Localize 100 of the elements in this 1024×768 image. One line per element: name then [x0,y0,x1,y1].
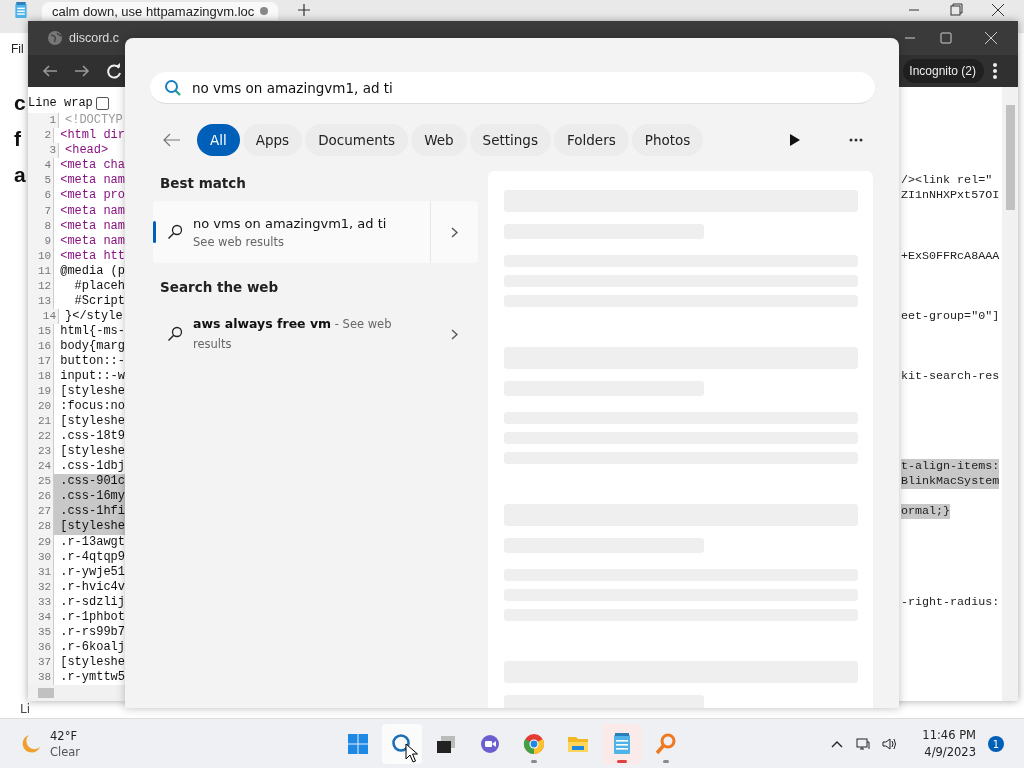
result-subtitle: See web results [193,234,286,249]
filter-tab[interactable]: Photos [631,124,704,156]
document-text: a [14,163,26,187]
code-line: <meta htt [59,248,125,264]
clock-date[interactable]: 4/9/2023 [924,744,976,761]
line-wrap-checkbox[interactable] [95,96,109,110]
code-line: kit-search-res [901,369,1000,385]
code-line: <meta nam [59,173,125,189]
code-line: #placeh [73,278,125,294]
code-line: <meta nam [59,233,125,249]
code-line: #Script [73,293,125,309]
code-line: -right-radius: [901,594,1000,610]
code-line: .r-hvic4v [59,579,125,595]
code-line: ZI1nNHXPxt57OI [901,188,1000,204]
line-number: 19 [28,384,55,400]
code-line: .r-6koalj [59,639,125,655]
profile-button[interactable]: Incognito (2) [903,59,984,84]
volume-icon[interactable] [882,737,897,751]
browser-icon [522,732,546,756]
search-field[interactable]: no vms on amazingvm1, ad ti [150,72,875,104]
line-number: 25 [28,474,55,490]
code-line: +ExS0FFRcA8AAA [901,248,1000,264]
scrollbar[interactable] [28,685,125,701]
code-line: body{marg [59,338,125,354]
line-number: 20 [28,399,55,415]
line-number: 1 [28,113,59,129]
filter-tab[interactable]: Folders [553,124,629,156]
taskbar-app-button[interactable] [382,724,422,764]
filter-tab[interactable]: All [197,124,240,156]
line-number: 28 [28,519,55,535]
code-line: <meta nam [59,218,125,234]
code-line: <head> [64,143,109,159]
code-line: :focus:no [59,399,125,415]
code-line: [styleshe [59,384,125,400]
filter-tab[interactable]: Settings [469,124,551,156]
close-icon[interactable] [983,30,999,47]
search-result[interactable]: no vms on amazingvm1, ad ti See web results [153,201,478,263]
code-line: .r-4qtqp9 [59,549,125,565]
code-line: <meta pro [59,188,125,204]
weather-condition: Clear [50,744,81,760]
more-icon[interactable] [849,138,863,142]
line-number: 5 [28,173,55,189]
chevron-right-icon[interactable] [451,226,458,238]
magnifier-icon [654,732,678,756]
notepad-icon [14,2,28,19]
reload-icon[interactable] [105,62,123,81]
cursor-icon [405,743,418,763]
code-line: button::- [59,353,125,369]
code-line: [styleshe [59,654,125,670]
code-line: <!DOCTYP [64,113,123,129]
windows-icon [346,732,370,756]
code-line: [styleshe [59,444,125,460]
maximize-icon[interactable] [938,30,954,47]
result-title: no vms on amazingvm1, ad ti [193,215,387,231]
code-line: .r-sdzlij [59,594,125,610]
code-line: }</style [64,308,123,324]
code-line: .r-13awgt [59,534,125,550]
document-tab[interactable]: calm down, use httpamazingvm.loc [42,2,278,20]
scrollbar[interactable] [1002,87,1018,701]
code-line: input::-w [59,369,125,385]
search-icon [167,326,183,342]
code-line: <meta nam [59,203,125,219]
status-text: Li [20,702,31,716]
line-number: 23 [28,444,55,460]
line-number: 6 [28,188,55,204]
filter-tab[interactable]: Documents [305,124,409,156]
search-icon [167,224,183,240]
tab-title[interactable]: discord.c [69,31,120,46]
code-line: html{-ms- [59,323,125,339]
code-line: .r-rs99b7 [59,624,125,640]
video-chat-icon [478,732,502,756]
play-icon[interactable] [789,133,801,147]
tab-title: calm down, use httpamazingvm.loc [52,3,255,19]
line-number: 2 [28,128,55,144]
line-number: 18 [28,369,55,385]
document-text: c [14,91,26,115]
filter-tab[interactable]: Web [411,124,467,156]
notification-badge[interactable]: 1 [988,736,1004,752]
code-line: @media (p [59,263,125,279]
clock-time[interactable]: 11:46 PM [922,727,976,744]
code-line: <meta cha [59,158,125,174]
line-number: 22 [28,429,55,445]
network-icon[interactable] [856,737,871,751]
code-line: .css-1dbj [59,459,125,475]
code-line: /><link rel=" [901,173,993,189]
code-line: .r-ywje51 [59,564,125,580]
document-text: f [14,127,21,151]
filter-tab[interactable]: Apps [242,124,303,156]
menu-item[interactable]: Fil [11,42,24,56]
code-line: .r-ymttw5 [59,669,125,685]
line-wrap-label: Line wrap [28,96,93,111]
search-result[interactable]: aws always free vm - See web results [153,309,478,359]
temperature: 42°F [50,728,78,744]
chevron-right-icon [451,328,458,340]
search-icon [164,79,182,97]
back-icon[interactable] [163,133,181,147]
code-line: [styleshe [59,414,125,430]
menu-icon[interactable] [992,62,998,81]
code-line: <html dir [59,128,125,144]
line-number: 3 [28,143,59,159]
